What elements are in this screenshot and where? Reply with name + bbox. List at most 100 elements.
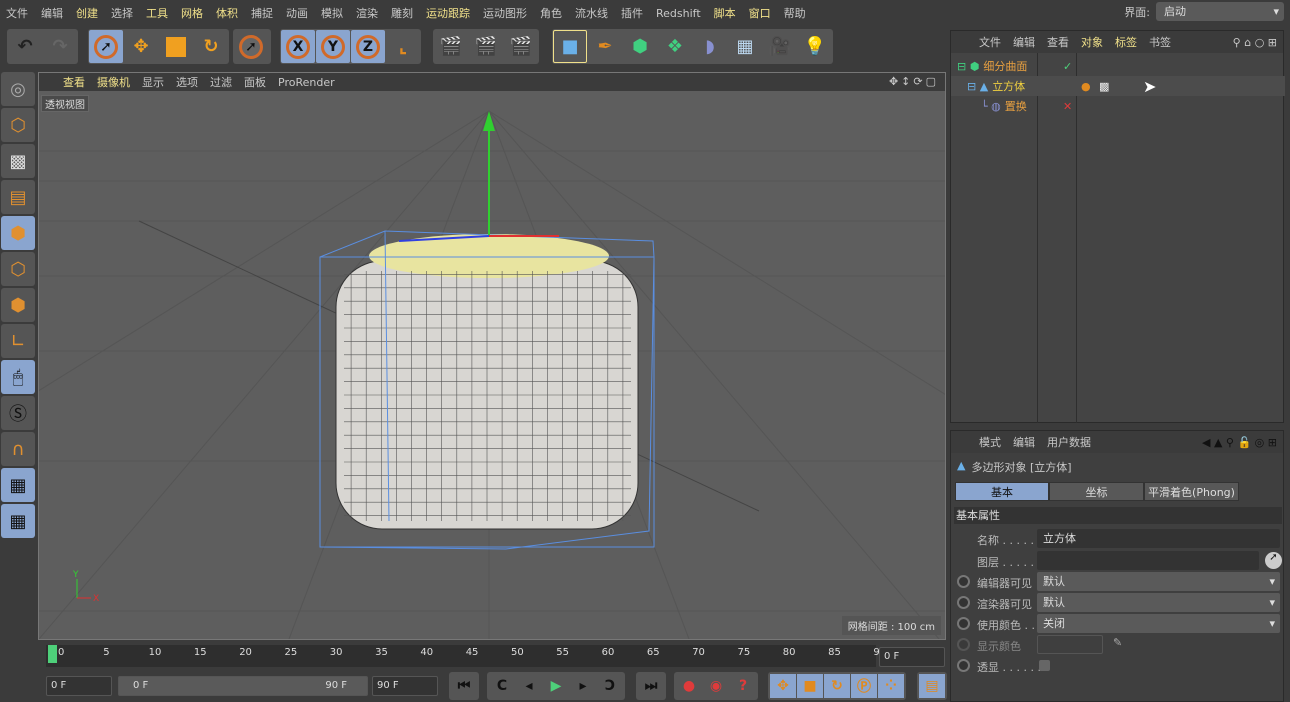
object-name[interactable]: 置换	[1005, 98, 1027, 114]
keyframe-selection-button[interactable]: ?	[730, 674, 756, 698]
menu-help[interactable]: 帮助	[784, 5, 806, 21]
menu-script[interactable]: 脚本	[714, 5, 736, 21]
workplane-button[interactable]: ▤	[1, 180, 35, 214]
menu-volume[interactable]: 体积	[216, 5, 238, 21]
current-frame-field[interactable]: 0 F	[879, 647, 945, 667]
snap-button[interactable]: ∩	[1, 432, 35, 466]
z-axis-button[interactable]: Z	[351, 30, 385, 63]
end-frame-field[interactable]: 90 F	[372, 676, 438, 696]
viewport-nav-icons[interactable]: ✥↕⟳▢	[889, 75, 939, 88]
phong-tag-icon[interactable]: ●	[1081, 80, 1091, 93]
object-row-subdivision[interactable]: ⊟ ⬢ 细分曲面 ✓	[951, 56, 1285, 76]
cloner-button[interactable]: ❖	[658, 30, 692, 63]
anim-radio[interactable]	[957, 575, 970, 588]
om-menu-edit[interactable]: 编辑	[1013, 34, 1035, 50]
menu-animate[interactable]: 动画	[286, 5, 308, 21]
floor-button[interactable]: ▦	[728, 30, 762, 63]
axis-mode-button[interactable]: ∟	[1, 324, 35, 358]
undo-button[interactable]: ↶	[8, 30, 42, 63]
redo-button[interactable]: ↷	[43, 30, 77, 63]
menu-pipeline[interactable]: 流水线	[575, 5, 608, 21]
am-menu-edit[interactable]: 编辑	[1013, 434, 1035, 450]
layer-field[interactable]	[1037, 551, 1259, 570]
om-toolbar-icons[interactable]: ⚲ ⌂ ○ ⊞	[1233, 36, 1277, 49]
menu-edit[interactable]: 编辑	[41, 5, 63, 21]
material-tag-icon[interactable]: ▩	[1099, 80, 1109, 93]
timeline-ruler[interactable]: 051015202530354045505560657075808590	[46, 645, 886, 667]
tweak-mode-button[interactable]: 🖱	[1, 360, 35, 394]
key-parameter-button[interactable]: Ⓟ	[851, 674, 877, 698]
menu-tools[interactable]: 工具	[146, 5, 168, 21]
edges-mode-button[interactable]: ⬡	[1, 252, 35, 286]
render-settings-button[interactable]: 🎬	[504, 30, 538, 63]
am-menu-mode[interactable]: 模式	[979, 434, 1001, 450]
planar-workplane-button[interactable]: ▦	[1, 504, 35, 538]
tab-coordinates[interactable]: 坐标	[1049, 482, 1144, 501]
prev-frame-button[interactable]: ◂	[516, 674, 542, 698]
render-picture-viewer-button[interactable]: 🎬	[469, 30, 503, 63]
viewport-menu-camera[interactable]: 摄像机	[97, 74, 130, 90]
am-toolbar-icons[interactable]: ◀ ▲ ⚲ 🔓 ◎ ⊞	[1202, 436, 1277, 449]
editor-visible-dropdown[interactable]: 默认	[1037, 572, 1280, 591]
record-key-button[interactable]: ●	[676, 674, 702, 698]
object-row-cube[interactable]: ⊟ ▲ 立方体 ● ▩ ➤	[951, 76, 1285, 96]
coordinate-system-button[interactable]: ⌞	[386, 30, 420, 63]
light-button[interactable]: 💡	[798, 30, 832, 63]
render-visible-dropdown[interactable]: 默认	[1037, 593, 1280, 612]
layer-pick-icon[interactable]: ➚	[1265, 552, 1282, 569]
render-view-button[interactable]: 🎬	[434, 30, 468, 63]
solo-button[interactable]: Ⓢ	[1, 396, 35, 430]
y-axis-button[interactable]: Y	[316, 30, 350, 63]
om-menu-view[interactable]: 查看	[1047, 34, 1069, 50]
name-input[interactable]: 立方体	[1037, 529, 1280, 548]
om-menu-objects[interactable]: 对象	[1081, 34, 1103, 50]
viewport-menu-display[interactable]: 显示	[142, 74, 164, 90]
pen-button[interactable]: ✒	[588, 30, 622, 63]
scale-button[interactable]	[159, 30, 193, 63]
anim-radio[interactable]	[957, 659, 970, 672]
key-scale-button[interactable]: ■	[797, 674, 823, 698]
key-point-level-button[interactable]: ⁘	[878, 674, 904, 698]
points-mode-button[interactable]: ⬢	[1, 216, 35, 250]
start-frame-field[interactable]: 0 F	[46, 676, 112, 696]
x-axis-button[interactable]: X	[281, 30, 315, 63]
menu-create[interactable]: 创建	[76, 5, 98, 21]
menu-motion-tracking[interactable]: 运动跟踪	[426, 5, 470, 21]
make-editable-button[interactable]: ◎	[1, 72, 35, 106]
menu-mograph[interactable]: 运动图形	[483, 5, 527, 21]
texture-mode-button[interactable]: ▩	[1, 144, 35, 178]
layout-dropdown[interactable]: 启动	[1156, 2, 1284, 21]
menu-character[interactable]: 角色	[540, 5, 562, 21]
viewport-menu-view[interactable]: 查看	[63, 74, 85, 90]
menu-redshift[interactable]: Redshift	[656, 7, 701, 20]
menu-window[interactable]: 窗口	[749, 5, 771, 21]
subdivision-button[interactable]: ⬢	[623, 30, 657, 63]
viewport-menu-filter[interactable]: 过滤	[210, 74, 232, 90]
viewport-menu-prorender[interactable]: ProRender	[278, 76, 335, 89]
rotate-button[interactable]: ↻	[194, 30, 228, 63]
anim-radio[interactable]	[957, 638, 970, 651]
om-menu-bookmarks[interactable]: 书签	[1149, 34, 1171, 50]
key-position-button[interactable]: ✥	[770, 674, 796, 698]
menu-simulate[interactable]: 模拟	[321, 5, 343, 21]
camera-button[interactable]: 🎥	[763, 30, 797, 63]
anim-radio[interactable]	[957, 617, 970, 630]
use-color-dropdown[interactable]: 关闭	[1037, 614, 1280, 633]
object-name[interactable]: 立方体	[992, 78, 1025, 94]
disabled-x-icon[interactable]: ✕	[1063, 100, 1072, 113]
frame-range-slider[interactable]: 0 F 90 F	[118, 676, 368, 696]
polygons-mode-button[interactable]: ⬢	[1, 288, 35, 322]
xray-checkbox[interactable]	[1039, 660, 1050, 671]
timeline-button[interactable]: ▤	[919, 674, 945, 698]
menu-render[interactable]: 渲染	[356, 5, 378, 21]
tab-phong[interactable]: 平滑着色(Phong)	[1144, 482, 1239, 501]
om-menu-file[interactable]: 文件	[979, 34, 1001, 50]
play-button[interactable]: ▶	[543, 674, 569, 698]
next-key-button[interactable]: Ↄ	[597, 674, 623, 698]
next-frame-button[interactable]: ▸	[570, 674, 596, 698]
menu-file[interactable]: 文件	[6, 5, 28, 21]
tab-basic[interactable]: 基本	[955, 482, 1049, 501]
display-color-swatch[interactable]	[1037, 635, 1103, 654]
move-button[interactable]: ✥	[124, 30, 158, 63]
menu-mesh[interactable]: 网格	[181, 5, 203, 21]
